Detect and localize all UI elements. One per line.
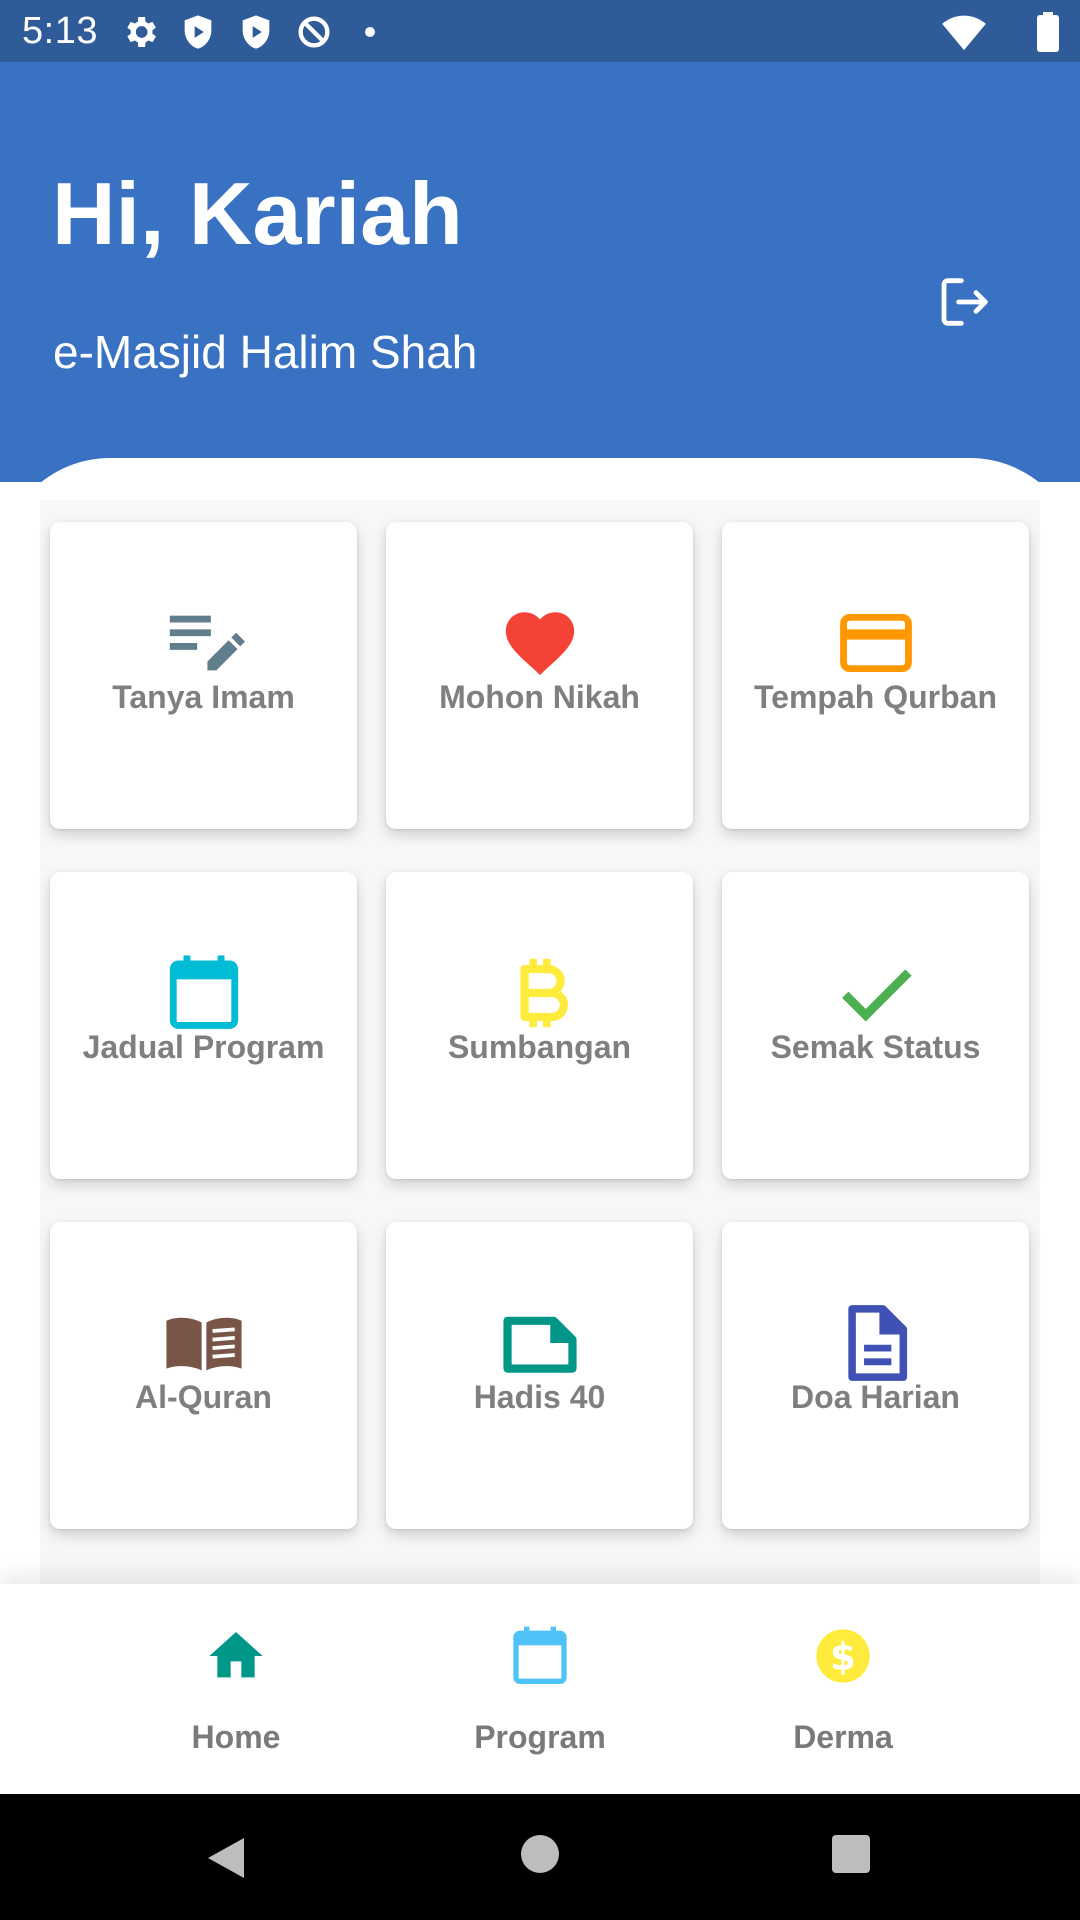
home-icon <box>209 1632 263 1678</box>
notification-dot <box>365 27 375 37</box>
greeting-title: Hi, Kariah <box>52 164 463 263</box>
menu-card-label: Al-Quran <box>135 1379 272 1415</box>
shield-play-icon <box>242 15 270 49</box>
menu-card-label: Tanya Imam <box>112 679 295 715</box>
menu-card-label: Doa Harian <box>791 1379 960 1415</box>
gear-icon <box>127 17 156 47</box>
menu-card-label: Tempah Qurban <box>754 679 997 715</box>
menu-card-label: Sumbangan <box>447 1029 632 1065</box>
status-bar: 5:13 <box>0 0 1080 62</box>
wifi-icon <box>942 15 986 51</box>
menu-card-jadual-program[interactable]: Jadual Program <box>50 872 357 1179</box>
calendar-icon <box>169 955 239 1029</box>
menu-card-hadis-40[interactable]: Hadis 40 <box>386 1222 693 1529</box>
menu-card-tanya-imam[interactable]: Tanya Imam <box>50 522 357 829</box>
status-time: 5:13 <box>22 10 98 52</box>
note-icon <box>503 1316 577 1373</box>
book-icon <box>166 1317 242 1371</box>
logout-icon[interactable] <box>932 270 996 334</box>
menu-card-mohon-nikah[interactable]: Mohon Nikah <box>386 522 693 829</box>
menu-card-semak-status[interactable]: Semak Status <box>722 872 1029 1179</box>
menu-card-label: Semak Status <box>770 1029 981 1065</box>
credit-card-icon <box>840 613 912 673</box>
menu-card-sumbangan[interactable]: Sumbangan <box>386 872 693 1179</box>
data-saver-icon <box>298 16 330 48</box>
battery-icon <box>1037 12 1059 52</box>
calendar-icon <box>513 1626 567 1684</box>
check-icon <box>842 969 912 1022</box>
nav-label: Program <box>474 1719 606 1755</box>
home-circle-icon[interactable] <box>520 1834 560 1874</box>
system-navigation-bar <box>0 1794 1080 1920</box>
menu-card-al-quran[interactable]: Al-Quran <box>50 1222 357 1529</box>
heart-icon <box>505 612 575 676</box>
header <box>0 62 1080 482</box>
mosque-name: e-Masjid Halim Shah <box>53 326 478 378</box>
edit-notes-icon <box>169 615 245 671</box>
bitcoin-icon <box>520 958 568 1028</box>
nav-item-program[interactable]: Program <box>440 1584 640 1794</box>
dollar-coin-icon: $ <box>816 1629 870 1683</box>
menu-card-doa-harian[interactable]: Doa Harian <box>722 1222 1029 1529</box>
nav-label: Home <box>191 1719 281 1755</box>
menu-card-tempah-qurban[interactable]: Tempah Qurban <box>722 522 1029 829</box>
nav-item-home[interactable]: Home <box>136 1584 336 1794</box>
recents-icon[interactable] <box>831 1834 871 1874</box>
menu-card-label: Jadual Program <box>82 1029 325 1065</box>
menu-card-label: Hadis 40 <box>473 1379 606 1415</box>
back-icon[interactable] <box>204 1834 248 1882</box>
nav-label: Derma <box>793 1719 893 1755</box>
menu-card-label: Mohon Nikah <box>439 679 640 715</box>
bottom-navigation: Home Program $ Derma <box>0 1584 1080 1794</box>
shield-play-icon <box>184 15 212 49</box>
nav-item-derma[interactable]: $ Derma <box>743 1584 943 1794</box>
document-icon <box>848 1305 908 1381</box>
svg-text:$: $ <box>830 1634 856 1678</box>
